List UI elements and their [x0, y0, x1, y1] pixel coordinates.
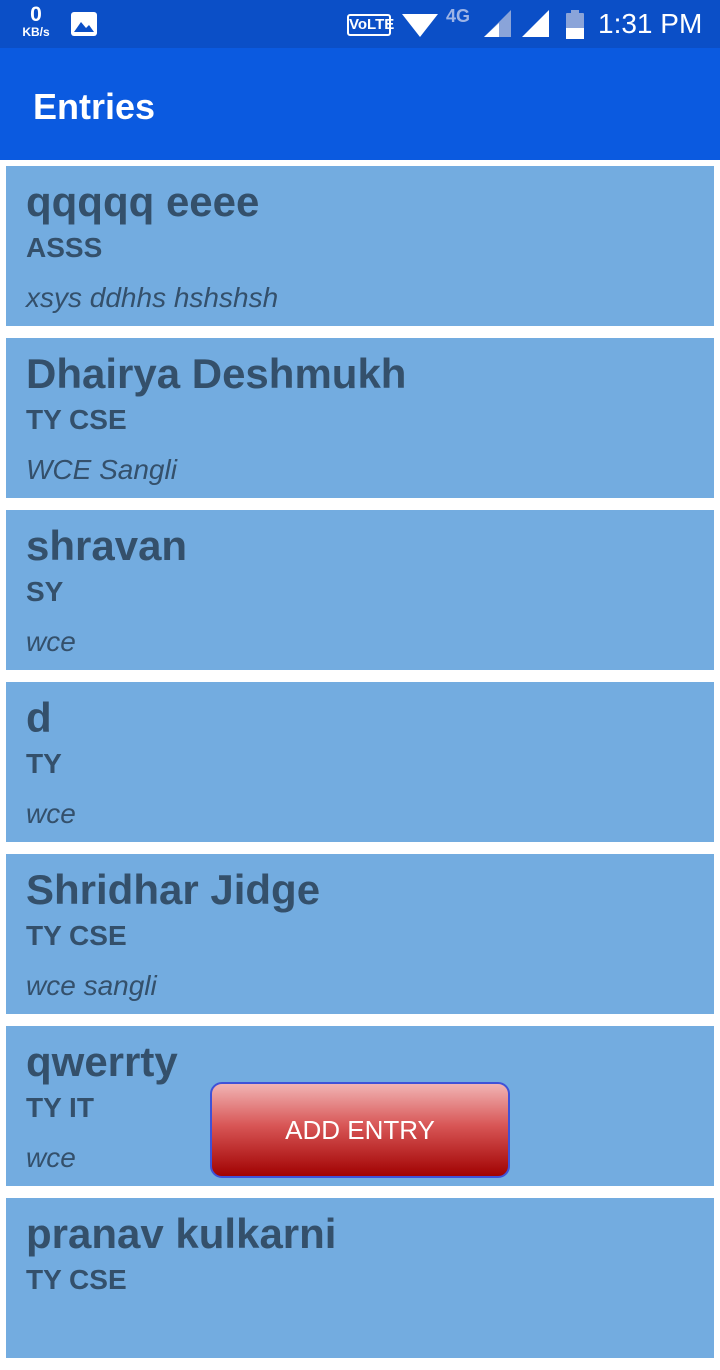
entry-class: TY	[26, 748, 62, 779]
entry-place: wce	[26, 1142, 76, 1173]
list-item[interactable]: Shridhar Jidge TY CSE wce sangli	[6, 854, 714, 1014]
entry-class: TY CSE	[26, 404, 127, 435]
network-speed-unit: KB/s	[22, 25, 50, 39]
battery-icon	[566, 10, 584, 39]
entry-class: ASSS	[26, 232, 103, 263]
list-item[interactable]: pranav kulkarni TY CSE	[6, 1198, 714, 1358]
list-item[interactable]: shravan SY wce	[6, 510, 714, 670]
volte-indicator: VoLTE	[347, 14, 394, 36]
add-entry-button[interactable]: ADD ENTRY	[210, 1082, 510, 1178]
entry-name: shravan	[26, 522, 188, 569]
entries-list[interactable]: qqqqq eeee ASSS xsys ddhhs hshshsh Dhair…	[6, 166, 714, 1370]
page-title: Entries	[33, 86, 156, 127]
entry-place: wce	[26, 798, 76, 829]
entry-name: pranav kulkarni	[26, 1210, 337, 1257]
entry-class: TY CSE	[26, 1264, 127, 1295]
entry-name: d	[26, 694, 52, 741]
list-item[interactable]: Dhairya Deshmukh TY CSE WCE Sangli	[6, 338, 714, 498]
entry-class: TY IT	[26, 1092, 94, 1123]
entry-class: TY CSE	[26, 920, 127, 951]
list-item[interactable]: qqqqq eeee ASSS xsys ddhhs hshshsh	[6, 166, 714, 326]
entry-place: wce sangli	[26, 970, 157, 1001]
entry-name: qwerrty	[26, 1038, 178, 1085]
signal-icon	[522, 10, 549, 37]
signal-icon	[484, 10, 511, 37]
entry-place: xsys ddhhs hshshsh	[26, 282, 279, 313]
network-speed: 0 KB/s	[18, 3, 54, 39]
clock: 1:31 PM	[598, 8, 703, 39]
entry-place: wce	[26, 626, 76, 657]
list-item[interactable]: d TY wce	[6, 682, 714, 842]
entry-name: Dhairya Deshmukh	[26, 350, 407, 397]
entry-place: WCE Sangli	[26, 454, 177, 485]
entry-name: qqqqq eeee	[26, 178, 260, 225]
entry-class: SY	[26, 576, 64, 607]
entry-name: Shridhar Jidge	[26, 866, 321, 913]
network-type: 4G	[446, 6, 471, 26]
network-speed-value: 0	[30, 3, 42, 26]
status-bar: 0 KB/s VoLTE 4G 1:31 PM	[0, 0, 720, 48]
app-bar: Entries	[0, 48, 720, 160]
wifi-icon	[402, 14, 438, 37]
image-icon	[71, 12, 97, 36]
